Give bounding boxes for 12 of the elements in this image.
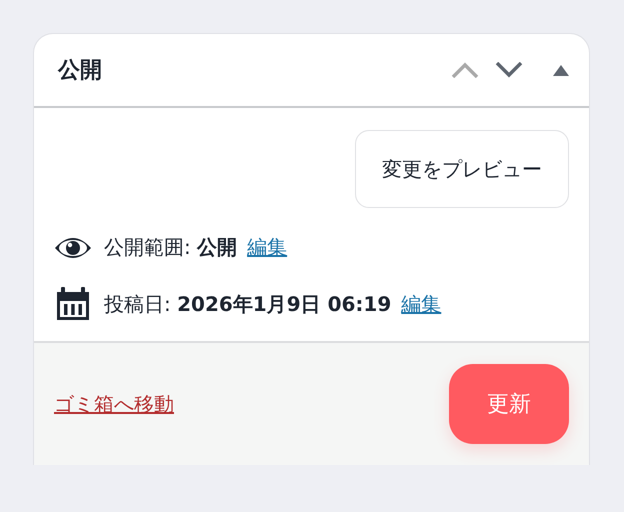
info-text: 公開範囲: 公開 xyxy=(104,234,238,261)
update-button[interactable]: 更新 xyxy=(449,364,569,444)
eye-icon xyxy=(54,236,92,260)
calendar-icon xyxy=(54,287,92,321)
panel-title: 公開 xyxy=(58,57,102,85)
collapse-icon[interactable] xyxy=(553,64,569,76)
edit-link[interactable]: 編集 xyxy=(401,290,442,318)
move-down-icon[interactable] xyxy=(495,62,523,78)
info-text: 投稿日: 2026年1月9日 06:19 xyxy=(104,290,392,318)
preview-button[interactable]: 変更をプレビュー xyxy=(355,130,569,208)
trash-link[interactable]: ゴミ箱へ移動 xyxy=(54,390,174,418)
edit-link[interactable]: 編集 xyxy=(247,234,288,261)
